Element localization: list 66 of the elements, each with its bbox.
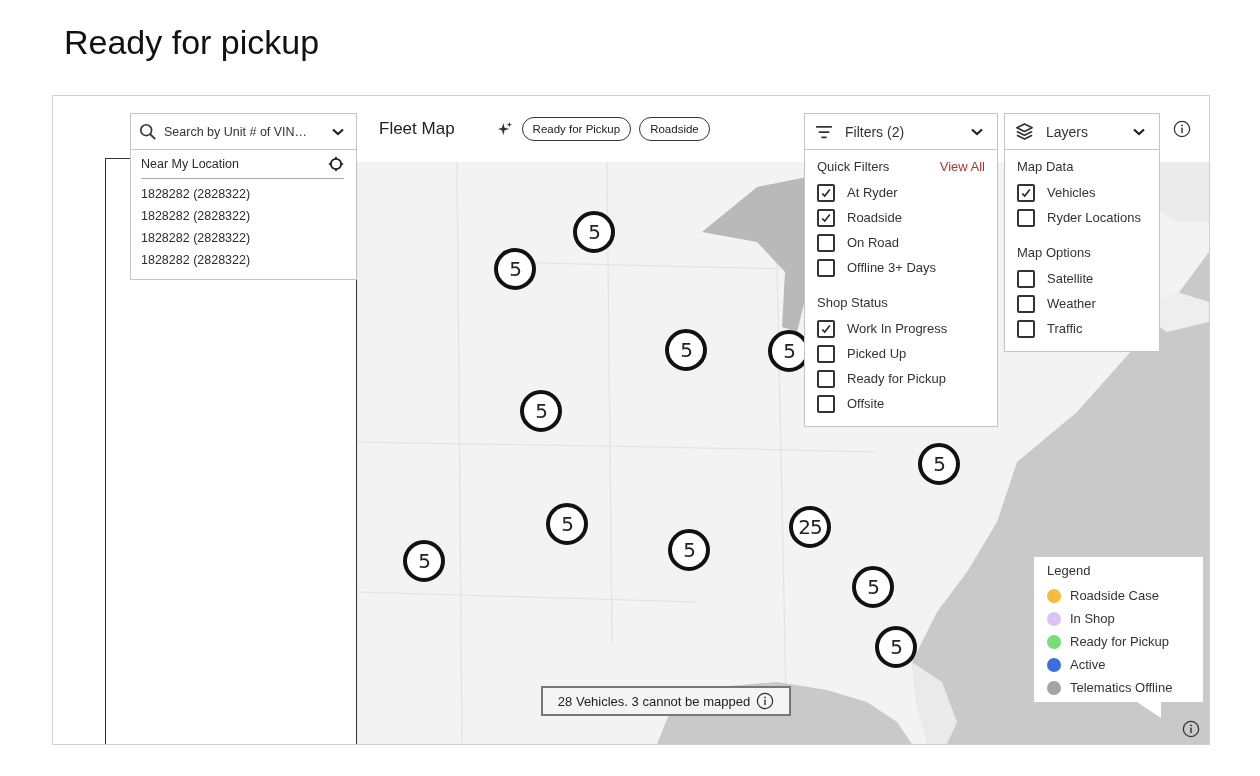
layers-dropdown[interactable]: Layers (1004, 113, 1160, 150)
checkmark-icon (820, 211, 832, 224)
legend-label: Roadside Case (1070, 588, 1159, 603)
checkbox[interactable] (1017, 183, 1035, 202)
layers-icon (1015, 122, 1034, 141)
checkbox-option[interactable]: Ready for Pickup (817, 366, 946, 391)
filter-icon (815, 124, 833, 139)
filter-chip[interactable]: Ready for Pickup (521, 117, 632, 141)
checkbox-option[interactable]: Weather (1017, 291, 1096, 316)
checkbox[interactable] (817, 258, 835, 277)
legend-label: In Shop (1070, 611, 1115, 626)
legend-label: Active (1070, 657, 1106, 672)
near-location-option[interactable]: Near My Location (141, 157, 239, 171)
checkbox-option[interactable]: Roadside (817, 205, 902, 230)
checkbox[interactable] (1017, 319, 1035, 338)
info-icon[interactable] (756, 692, 775, 710)
checkbox-option[interactable]: Vehicles (1017, 180, 1096, 205)
checkbox[interactable] (817, 394, 835, 413)
search-icon (139, 122, 157, 141)
legend-label: Ready for Pickup (1070, 634, 1169, 649)
search-result[interactable]: 1828282 (2828322) (141, 249, 344, 271)
checkbox[interactable] (1017, 208, 1035, 227)
checkbox-option[interactable]: Satellite (1017, 266, 1094, 291)
checkbox-option[interactable]: On Road (817, 230, 900, 255)
chevron-down-icon (332, 127, 344, 136)
crosshair-icon[interactable] (328, 156, 344, 172)
checkbox-option[interactable]: Traffic (1017, 316, 1083, 341)
legend-label: Telematics Offline (1070, 680, 1173, 695)
filter-chip[interactable]: Roadside (639, 117, 710, 141)
checkmark-icon (820, 186, 832, 199)
checkbox-option[interactable]: Offsite (817, 391, 885, 416)
section-title: Map Options (1017, 244, 1091, 260)
checkbox[interactable] (817, 183, 835, 202)
checkbox-option[interactable]: Work In Progress (817, 316, 948, 341)
filters-dropdown[interactable]: Filters (2) (804, 113, 998, 150)
vehicle-count-text: 28 Vehicles. 3 cannot be mapped (557, 693, 751, 709)
checkbox-option[interactable]: At Ryder (817, 180, 898, 205)
checkbox-option[interactable]: Ryder Locations (1017, 205, 1141, 230)
search-input[interactable]: Search by Unit # of VIN… (164, 124, 325, 139)
checkbox[interactable] (817, 233, 835, 252)
section-title: Map Data (1017, 158, 1074, 174)
checkmark-icon (820, 322, 832, 335)
view-all-link[interactable]: View All (939, 158, 985, 174)
search-result[interactable]: 1828282 (2828322) (141, 183, 344, 205)
checkbox[interactable] (817, 344, 835, 363)
checkbox-option[interactable]: Picked Up (817, 341, 907, 366)
checkbox-option[interactable]: Offline 3+ Days (817, 255, 936, 280)
search-result[interactable]: 1828282 (2828322) (141, 227, 344, 249)
sparkle-icon (497, 122, 512, 136)
page-title: Ready for pickup (63, 22, 321, 63)
checkbox[interactable] (817, 319, 835, 338)
section-title: Shop Status (817, 294, 888, 310)
checkbox[interactable] (817, 208, 835, 227)
fleet-map-title: Fleet Map (379, 119, 455, 139)
checkbox[interactable] (1017, 269, 1035, 288)
legend-title: Legend (1047, 563, 1092, 578)
checkbox[interactable] (1017, 294, 1035, 313)
section-title: Quick Filters (817, 158, 890, 174)
search-result[interactable]: 1828282 (2828322) (141, 205, 344, 227)
info-icon[interactable] (1182, 720, 1200, 738)
checkbox[interactable] (817, 369, 835, 388)
chevron-down-icon (1133, 127, 1145, 136)
checkmark-icon (1020, 186, 1032, 199)
search-bar[interactable]: Search by Unit # of VIN… (130, 113, 357, 150)
chevron-down-icon (971, 127, 983, 136)
info-icon[interactable] (1173, 120, 1191, 138)
